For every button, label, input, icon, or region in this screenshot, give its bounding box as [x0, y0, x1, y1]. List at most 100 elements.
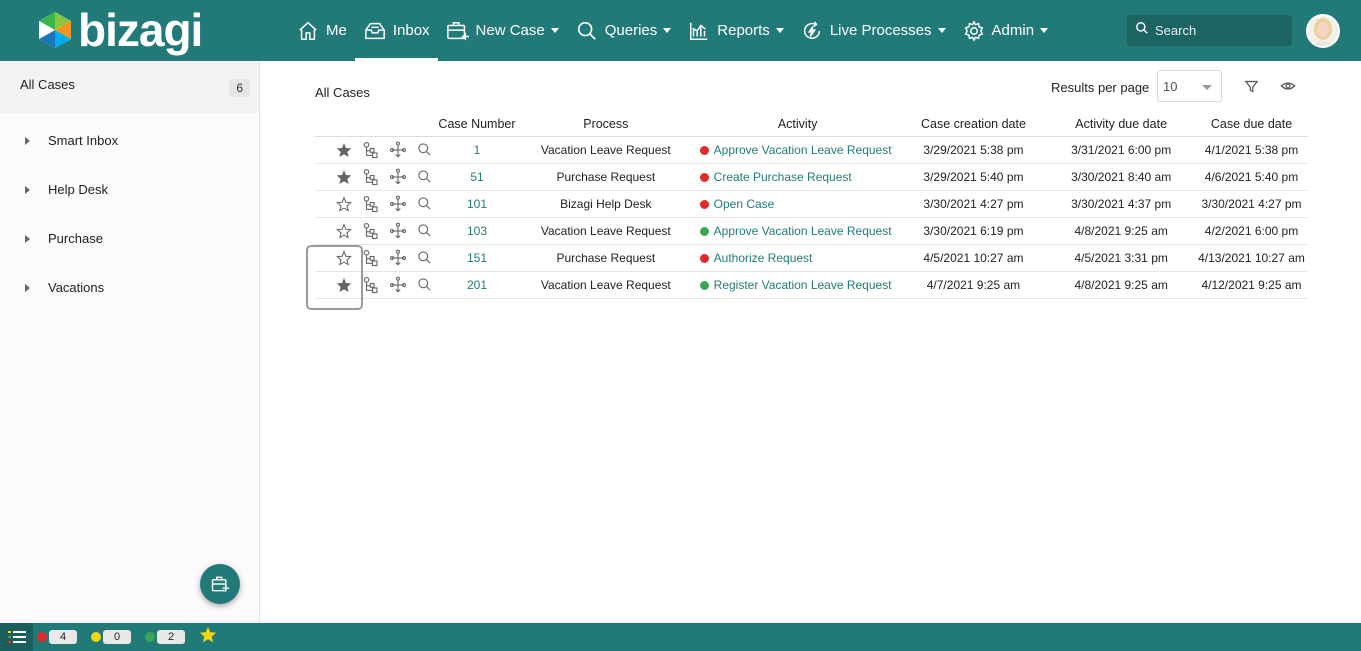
star-filled-icon[interactable] [330, 168, 357, 186]
view-case-search-icon[interactable] [411, 249, 438, 267]
on-time-count[interactable]: 2 [145, 630, 185, 644]
case-number-link[interactable]: 201 [467, 278, 487, 292]
star-filled-icon[interactable] [330, 141, 357, 159]
search-icon [575, 19, 599, 43]
case-number-link[interactable]: 51 [470, 170, 483, 184]
case-creation-date-cell: 3/30/2021 6:19 pm [899, 217, 1048, 245]
table-row[interactable]: 51 Purchase Request Create Purchase Reques… [315, 163, 1308, 191]
nav-new-case[interactable]: New Case [438, 0, 567, 61]
column-header-process[interactable]: Process [515, 112, 696, 137]
process-graph-icon[interactable] [384, 168, 411, 186]
star-filled-icon[interactable] [330, 276, 357, 294]
green-status-dot [145, 632, 155, 642]
process-graph-icon[interactable] [384, 276, 411, 294]
nav-live-processes[interactable]: Live Processes [792, 0, 954, 61]
bizagi-logo[interactable]: bizagi [38, 6, 203, 54]
search-input[interactable] [1155, 23, 1285, 38]
column-header-activity[interactable]: Activity [695, 112, 900, 137]
column-header-case-creation-date[interactable]: Case creation date [899, 112, 1048, 137]
workflow-icon[interactable] [357, 195, 384, 213]
process-cell: Purchase Request [515, 163, 696, 191]
status-dot [699, 199, 709, 209]
process-cell: Vacation Leave Request [515, 271, 696, 299]
nav-inbox-label: Inbox [392, 22, 430, 39]
eye-icon[interactable] [1280, 78, 1296, 94]
overdue-count[interactable]: 4 [37, 630, 77, 644]
list-menu-icon[interactable] [0, 623, 33, 651]
workflow-icon[interactable] [357, 168, 384, 186]
case-number-cell: 151 [438, 244, 516, 272]
green-count-badge: 2 [157, 630, 185, 644]
activity-due-date-cell: 4/8/2021 9:25 am [1047, 217, 1195, 245]
sidebar-item-smart-inbox[interactable]: Smart Inbox [0, 116, 259, 165]
red-status-dot [37, 632, 47, 642]
activity-link[interactable]: Register Vacation Leave Request [714, 278, 892, 292]
activity-link[interactable]: Open Case [714, 197, 775, 211]
at-risk-count[interactable]: 0 [91, 630, 131, 644]
table-row[interactable]: 103 Vacation Leave Request Approve Vacatio… [315, 217, 1308, 245]
view-case-search-icon[interactable] [411, 141, 438, 159]
case-number-link[interactable]: 151 [467, 251, 487, 265]
chevron-down-icon [663, 28, 672, 33]
star-outline-icon[interactable] [330, 222, 357, 240]
case-due-date-cell: 4/6/2021 5:40 pm [1195, 163, 1308, 191]
sidebar-item-all-cases[interactable]: All Cases 6 [0, 61, 259, 113]
process-cell: Purchase Request [515, 244, 696, 272]
column-header-case-due-date[interactable]: Case due date [1195, 112, 1308, 137]
case-number-link[interactable]: 103 [467, 224, 487, 238]
table-row[interactable]: 1 Vacation Leave Request Approve Vacation … [315, 136, 1308, 164]
nav-me[interactable]: Me [288, 0, 355, 61]
column-header-case-number[interactable]: Case Number [438, 112, 516, 137]
case-due-date-cell: 4/13/2021 10:27 am [1195, 244, 1308, 272]
row-actions [315, 244, 438, 272]
nav-admin[interactable]: Admin [954, 0, 1057, 61]
star-outline-icon[interactable] [330, 195, 357, 213]
activity-cell: Create Purchase Request [695, 163, 900, 191]
nav-reports[interactable]: Reports [679, 0, 792, 61]
global-search[interactable] [1127, 15, 1292, 46]
status-dot [699, 280, 709, 290]
view-case-search-icon[interactable] [411, 195, 438, 213]
favorites-star-icon[interactable] [199, 626, 217, 648]
sidebar-item-help-desk[interactable]: Help Desk [0, 165, 259, 214]
workflow-icon[interactable] [357, 141, 384, 159]
case-creation-date-cell: 3/30/2021 4:27 pm [899, 190, 1048, 218]
avatar[interactable] [1306, 14, 1340, 48]
results-per-page-select[interactable]: 10 [1157, 70, 1222, 102]
view-case-search-icon[interactable] [411, 222, 438, 240]
new-case-fab-button[interactable] [200, 564, 240, 604]
view-case-search-icon[interactable] [411, 168, 438, 186]
table-row[interactable]: 151 Purchase Request Authorize Request 4/5/… [315, 244, 1308, 272]
case-number-link[interactable]: 1 [474, 143, 481, 157]
activity-link[interactable]: Create Purchase Request [714, 170, 852, 184]
sidebar: All Cases 6 Smart Inbox Help Desk Purcha… [0, 61, 260, 623]
process-graph-icon[interactable] [384, 249, 411, 267]
filter-icon[interactable] [1243, 78, 1259, 94]
sidebar-item-purchase[interactable]: Purchase [0, 214, 259, 263]
workflow-icon[interactable] [357, 276, 384, 294]
nav-new-case-label: New Case [475, 22, 545, 39]
workflow-icon[interactable] [357, 222, 384, 240]
case-creation-date-cell: 3/29/2021 5:40 pm [899, 163, 1048, 191]
sidebar-item-vacations[interactable]: Vacations [0, 263, 259, 312]
table-row[interactable]: 101 Bizagi Help Desk Open Case 3/30/2021 4:… [315, 190, 1308, 218]
chevron-down-icon [775, 28, 784, 33]
case-number-link[interactable]: 101 [467, 197, 487, 211]
view-case-search-icon[interactable] [411, 276, 438, 294]
nav-inbox[interactable]: Inbox [354, 0, 438, 61]
activity-link[interactable]: Approve Vacation Leave Request [714, 224, 892, 238]
nav-live-processes-label: Live Processes [829, 22, 932, 39]
activity-link[interactable]: Authorize Request [714, 251, 813, 265]
activity-link[interactable]: Approve Vacation Leave Request [714, 143, 892, 157]
sidebar-item-label: Vacations [48, 280, 105, 295]
process-graph-icon[interactable] [384, 141, 411, 159]
table-row[interactable]: 201 Vacation Leave Request Register Vacati… [315, 271, 1308, 299]
workflow-icon[interactable] [357, 249, 384, 267]
column-header-activity-due-date[interactable]: Activity due date [1047, 112, 1195, 137]
nav-queries[interactable]: Queries [567, 0, 680, 61]
process-graph-icon[interactable] [384, 195, 411, 213]
process-graph-icon[interactable] [384, 222, 411, 240]
chevron-down-icon [937, 28, 946, 33]
star-outline-icon[interactable] [330, 249, 357, 267]
chevron-down-icon [1202, 85, 1212, 90]
